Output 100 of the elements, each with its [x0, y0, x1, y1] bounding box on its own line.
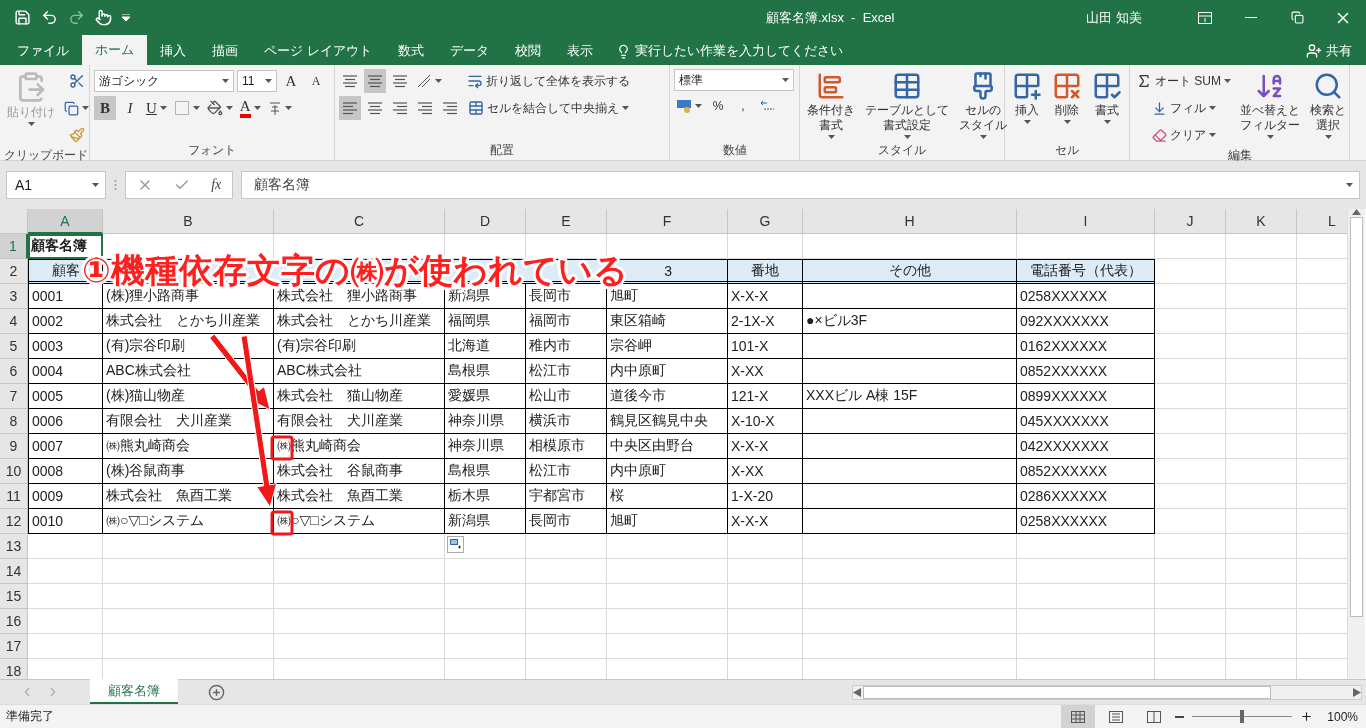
split-page-icon [1147, 710, 1162, 723]
redo-icon[interactable] [68, 9, 85, 26]
row-header[interactable]: 9 [0, 434, 28, 459]
table-cell: 0004 [28, 359, 103, 384]
style-button[interactable]: セルの スタイル [956, 69, 1010, 142]
zoom-thumb[interactable] [1240, 710, 1245, 723]
table-cell: 0008 [28, 459, 103, 484]
column-header[interactable]: B [103, 209, 274, 234]
column-header[interactable]: E [526, 209, 607, 234]
row-header[interactable]: 7 [0, 384, 28, 409]
insert-function-button[interactable]: fx [211, 177, 222, 193]
percent-button[interactable]: % [707, 94, 729, 118]
ribbon-tab[interactable]: ファイル [4, 37, 82, 65]
italic-button[interactable]: I [119, 96, 141, 120]
row-header[interactable]: 3 [0, 284, 28, 309]
undo-icon[interactable] [41, 9, 58, 26]
grow-font-button[interactable]: A [280, 69, 302, 93]
view-button[interactable] [1061, 705, 1096, 728]
find-select-button[interactable]: 検索と 選択 [1307, 69, 1349, 147]
row-header[interactable]: 6 [0, 359, 28, 384]
bold-button[interactable]: B [94, 96, 116, 120]
caret-icon [695, 104, 702, 108]
ribbon-tab[interactable]: 描画 [199, 37, 251, 65]
column-header[interactable]: G [728, 209, 803, 234]
row-header[interactable]: 8 [0, 409, 28, 434]
ribbon-tab[interactable]: 挿入 [147, 37, 199, 65]
paste-options-button[interactable] [447, 536, 464, 553]
row-header[interactable]: 12 [0, 509, 28, 534]
table-cell: 101-X [728, 334, 803, 359]
paintbrush-icon [68, 127, 85, 143]
table-cell: 2-1X-X [728, 309, 803, 334]
touch-icon[interactable] [95, 9, 112, 26]
column-header[interactable]: H [803, 209, 1017, 234]
style-button[interactable]: 条件付き 書式 [804, 69, 858, 142]
row-header[interactable]: 1 [0, 234, 28, 259]
ribbon-tab[interactable]: データ [436, 37, 502, 65]
vertical-scrollbar[interactable] [1347, 209, 1365, 679]
fill-button[interactable]: フィル [1134, 96, 1233, 120]
lines-icon [391, 100, 409, 116]
table-cell: X-X-X [728, 509, 803, 534]
row-header[interactable]: 4 [0, 309, 28, 334]
add-sheet-icon[interactable] [208, 683, 225, 701]
row-header[interactable]: 14 [0, 559, 28, 584]
row-header[interactable]: 11 [0, 484, 28, 509]
row-header[interactable]: 16 [0, 609, 28, 634]
tell-me-field[interactable]: 実行したい作業を入力してください [605, 37, 853, 65]
column-header[interactable]: F [607, 209, 728, 234]
paste-options-icon [450, 539, 461, 550]
clear-button[interactable]: クリア [1134, 123, 1233, 147]
ribbon-tab[interactable]: ページ レイアウト [251, 37, 385, 65]
column-header[interactable]: K [1226, 209, 1297, 234]
horizontal-scrollbar[interactable] [852, 684, 1362, 700]
customize-icon[interactable] [122, 14, 130, 21]
row-header[interactable]: 13 [0, 534, 28, 559]
indent-icon [441, 100, 459, 116]
style-button[interactable]: テーブルとして 書式設定 [862, 69, 952, 142]
column-header[interactable]: A [28, 209, 103, 234]
row-header[interactable]: 5 [0, 334, 28, 359]
row-header[interactable]: 10 [0, 459, 28, 484]
cells-button[interactable]: 削除 [1049, 69, 1085, 142]
autosum-button[interactable]: オート SUM [1134, 69, 1233, 93]
underline-button[interactable]: U [144, 96, 169, 120]
column-header[interactable]: C [274, 209, 445, 234]
zoom-out-icon[interactable] [1175, 715, 1185, 718]
column-header[interactable]: L [1297, 209, 1347, 234]
horizontal-align-button[interactable] [339, 96, 361, 120]
shrink-font-button[interactable]: A [305, 69, 327, 93]
ribbon-tab[interactable]: ホーム [82, 35, 147, 65]
caret-icon [979, 135, 987, 139]
sheet-tab[interactable]: 顧客名簿 [90, 679, 178, 704]
table-cell: 0852XXXXXX [1017, 459, 1155, 484]
formula-field[interactable]: 顧客名簿 [241, 171, 1360, 199]
vertical-align-button[interactable] [364, 69, 386, 93]
font-color-button[interactable]: A [237, 96, 263, 120]
share-button[interactable]: 共有 [1300, 37, 1358, 65]
ribbon-tab[interactable]: 数式 [384, 37, 437, 65]
cells-button[interactable]: 挿入 [1009, 69, 1045, 142]
zoom-in-icon[interactable] [1300, 710, 1314, 723]
cells-button[interactable]: 書式 [1089, 69, 1125, 142]
save-icon[interactable] [14, 9, 31, 26]
merge-center-button[interactable]: セルを結合して中央揃え [465, 96, 632, 120]
table-cell: 東区箱崎 [607, 309, 728, 334]
name-box[interactable]: A1 [6, 171, 106, 199]
ribbon-tab[interactable]: 校閲 [501, 37, 554, 65]
font-size-field[interactable]: 11 [237, 70, 277, 92]
column-header[interactable]: J [1155, 209, 1226, 234]
caret-icon [92, 183, 99, 187]
number-format-field[interactable]: 標準 [674, 69, 794, 91]
caret-icon [225, 106, 233, 110]
row-header[interactable]: 15 [0, 584, 28, 609]
row-header[interactable]: 17 [0, 634, 28, 659]
ribbon-tab[interactable]: 表示 [553, 37, 606, 65]
column-header[interactable]: I [1017, 209, 1155, 234]
row-header[interactable]: 18 [0, 659, 28, 679]
column-header[interactable]: D [445, 209, 526, 234]
comma-button[interactable]: , [732, 94, 754, 118]
sort-filter-button[interactable]: 並べ替えと フィルター [1237, 69, 1303, 147]
font-name-field[interactable]: 游ゴシック [94, 70, 234, 92]
wrap-text-button[interactable]: 折り返して全体を表示する [465, 69, 632, 93]
row-header[interactable]: 2 [0, 259, 28, 284]
